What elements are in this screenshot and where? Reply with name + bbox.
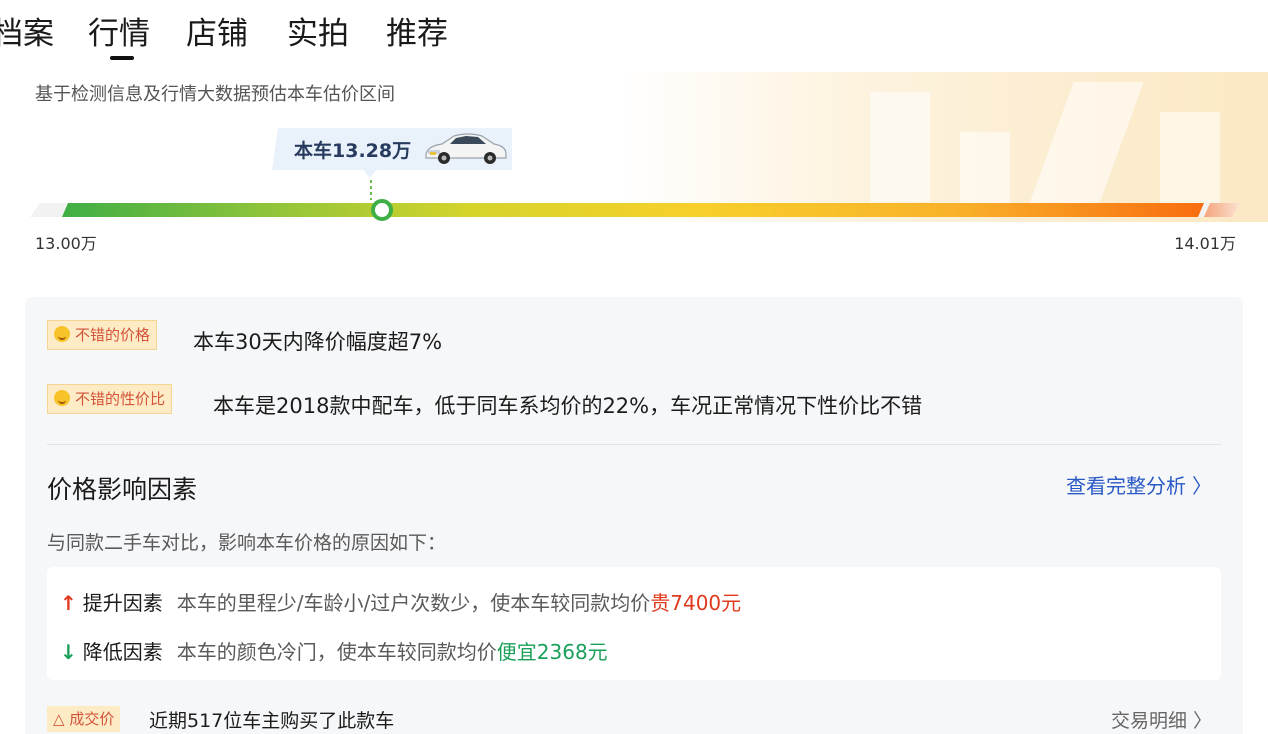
smile-icon	[54, 326, 70, 342]
this-car-marker	[370, 199, 393, 221]
tab-bar: 档案 行情 店铺 实拍 推荐	[0, 0, 1268, 62]
smile-icon	[54, 390, 70, 406]
arrow-up-icon: ↑	[60, 591, 77, 615]
tab-store[interactable]: 店铺	[186, 14, 248, 54]
estimate-description: 基于检测信息及行情大数据预估本车估价区间	[35, 84, 395, 105]
deal-price-badge-label: 成交价	[69, 710, 115, 728]
good-value-badge-label: 不错的性价比	[75, 390, 166, 408]
rise-factor-row: ↑ 提升因素 本车的里程少/车龄小/过户次数少，使本车较同款均价贵7400元	[60, 587, 741, 616]
tab-market[interactable]: 行情	[88, 14, 150, 54]
recent-buyers-text: 近期517位车主购买了此款车	[149, 710, 395, 732]
fall-factor-row: ↓ 降低因素 本车的颜色冷门，使本车较同款均价便宜2368元	[60, 636, 608, 665]
good-price-badge: 不错的价格	[47, 320, 158, 350]
arrow-down-icon: ↓	[60, 640, 77, 664]
deal-price-badge: △ 成交价	[47, 706, 121, 732]
rise-factor-label: 提升因素	[82, 591, 163, 615]
good-value-badge: 不错的性价比	[47, 384, 173, 414]
fall-factor-value: 便宜2368元	[496, 640, 608, 664]
price-factors-subtitle: 与同款二手车对比，影响本车价格的原因如下：	[47, 532, 447, 554]
good-price-text: 本车30天内降价幅度超7%	[193, 330, 443, 354]
this-car-price: 本车13.28万	[294, 140, 412, 162]
deal-icon: △	[53, 710, 65, 728]
view-full-analysis-label: 查看完整分析	[1066, 474, 1186, 498]
chevron-right-icon: 〉	[1192, 474, 1212, 498]
good-price-badge-label: 不错的价格	[75, 326, 151, 344]
tab-archive[interactable]: 档案	[0, 14, 54, 54]
range-min-label: 13.00万	[35, 234, 97, 253]
fall-factor-desc: 本车的颜色冷门，使本车较同款均价	[176, 640, 497, 664]
tab-recommend[interactable]: 推荐	[386, 14, 448, 54]
view-full-analysis-link[interactable]: 查看完整分析〉	[1066, 470, 1212, 499]
price-marker-line	[370, 180, 372, 200]
range-max-label: 14.01万	[1174, 234, 1236, 253]
tab-photos[interactable]: 实拍	[287, 14, 349, 54]
active-tab-indicator	[110, 56, 134, 60]
good-value-text: 本车是2018款中配车，低于同车系均价的22%，车况正常情况下性价比不错	[213, 394, 923, 418]
price-range-bar	[62, 203, 1204, 217]
price-factors-title: 价格影响因素	[47, 475, 198, 504]
estimate-decoration	[620, 72, 1268, 222]
rise-factor-desc: 本车的里程少/车龄小/过户次数少，使本车较同款均价	[176, 591, 651, 615]
rise-factor-value: 贵7400元	[650, 591, 742, 615]
car-icon	[425, 133, 507, 164]
fall-factor-label: 降低因素	[82, 640, 163, 664]
transaction-detail-link[interactable]: 交易明细 〉	[1111, 706, 1212, 733]
divider	[47, 444, 1221, 445]
price-tag-pointer	[362, 168, 378, 178]
